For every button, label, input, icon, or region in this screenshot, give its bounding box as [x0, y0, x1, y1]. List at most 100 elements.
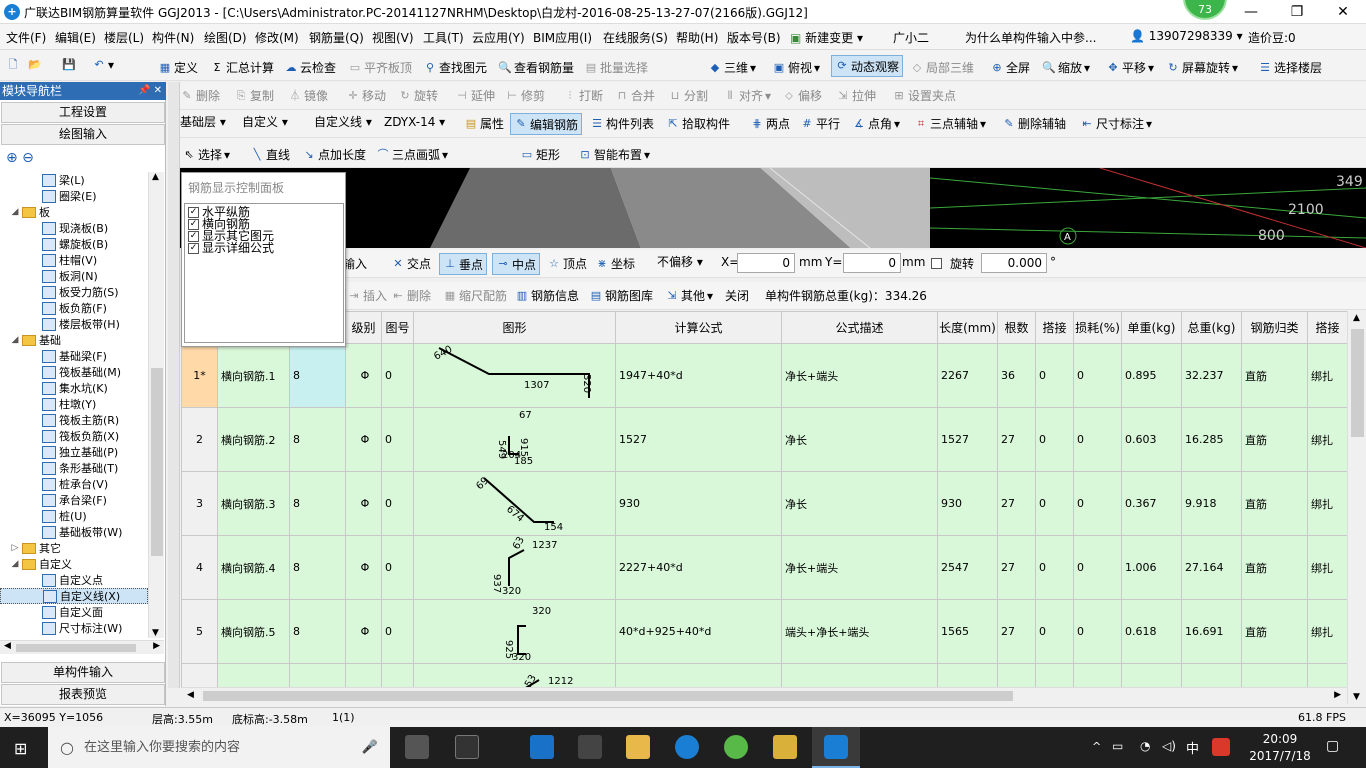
cell-shape[interactable]: 320 925 320 — [413, 599, 616, 664]
cell-lap[interactable]: 0 — [1035, 471, 1074, 536]
tree-folder[interactable]: ◢ 自定义 — [0, 556, 148, 572]
tree-item[interactable]: 桩承台(V) — [0, 476, 148, 492]
tree-item[interactable]: 板负筋(F) — [0, 300, 148, 316]
grip-button[interactable]: ⊞ 设置夹点 — [892, 87, 956, 104]
notification-icon[interactable]: ▢ — [1326, 738, 1339, 754]
table-row[interactable]: 5 横向钢筋.5 8 Φ 0 320 925 320 40*d+925+40*d 端头+净长+端头… — [181, 599, 1348, 664]
rectangle-tool[interactable]: ▭ 矩形 — [520, 146, 560, 163]
menu-edit[interactable]: 编辑(E) — [55, 29, 96, 46]
column-header[interactable]: 图形 — [413, 311, 616, 344]
cell-shape[interactable]: 63 1237 937 320 — [413, 535, 616, 600]
table-row[interactable]: 1* 横向钢筋.1 8 Φ 0 640 1307 320 1947+40*d 净长+端头 2267 3… — [181, 343, 1348, 408]
new-file-icon[interactable]: 🗋 — [6, 58, 20, 72]
option-checkbox[interactable]: ✓ — [188, 206, 199, 218]
cell-diameter[interactable]: 8 — [289, 599, 346, 664]
column-header[interactable]: 损耗(%) — [1073, 311, 1122, 344]
undo-icon[interactable]: ↶ ▾ — [92, 58, 114, 72]
midpoint-snap[interactable]: ⊸ 中点 — [492, 253, 541, 275]
rotate-checkbox[interactable]: 旋转 — [931, 255, 974, 272]
menu-floor[interactable]: 楼层(L) — [104, 29, 144, 46]
menu-view[interactable]: 视图(V) — [372, 29, 414, 46]
tree-item[interactable]: 承台梁(F) — [0, 492, 148, 508]
cell-count[interactable]: 27 — [997, 471, 1036, 536]
cell-unit-weight[interactable]: 0.603 — [1121, 407, 1182, 472]
tree-item[interactable]: 楼层板带(H) — [0, 316, 148, 332]
tree-item[interactable]: 圈梁(E) — [0, 188, 148, 204]
rotate-checkbox-box[interactable] — [931, 258, 942, 269]
tray-volume-icon[interactable]: ◁) — [1162, 739, 1176, 753]
clock-date[interactable]: 2017/7/18 — [1248, 749, 1312, 763]
menu-account[interactable]: 👤 13907298339 ▾ — [1130, 29, 1243, 43]
cell-unit-weight[interactable]: 0.626 — [1121, 663, 1182, 687]
scale-rebar-button[interactable]: ▦ 缩尺配筋 — [443, 287, 507, 304]
stretch-button[interactable]: ⇲ 拉伸 — [836, 87, 876, 104]
cell-formula-desc[interactable]: 净长+端头 — [781, 663, 938, 687]
align-slab-button[interactable]: ▭ 平齐板顶 — [348, 59, 412, 76]
cell-rebar-category[interactable]: 直筋 — [1241, 663, 1308, 687]
column-header[interactable]: 钢筋归类 — [1241, 311, 1308, 344]
cell-rebar-category[interactable]: 直筋 — [1241, 407, 1308, 472]
tree-item[interactable]: 柱帽(V) — [0, 252, 148, 268]
cell-count[interactable]: 27 — [997, 535, 1036, 600]
tree-folder[interactable]: ▷ 其它 — [0, 540, 148, 556]
cell-unit-weight[interactable]: 1.006 — [1121, 535, 1182, 600]
cell-figure-no[interactable]: 0 — [381, 663, 414, 687]
delete-button[interactable]: ✎ 删除 — [180, 87, 220, 104]
expand-toggle-icon[interactable]: ▷ — [10, 543, 20, 553]
type-select[interactable]: 自定义 ▾ — [238, 113, 308, 133]
menu-beans[interactable]: 造价豆:0 — [1248, 29, 1296, 46]
expand-all-icon[interactable]: ⊕ ⊖ — [6, 150, 34, 166]
tree-folder[interactable]: ◢ 基础 — [0, 332, 148, 348]
expand-toggle-icon[interactable]: ◢ — [10, 207, 20, 217]
option-detailed-formula[interactable]: ✓ 显示详细公式 — [188, 242, 274, 254]
cell-grade[interactable]: Φ — [345, 535, 382, 600]
tree-item[interactable]: 条形基础(T) — [0, 460, 148, 476]
cell-total-weight[interactable]: 9.918 — [1181, 471, 1242, 536]
subtype-select[interactable]: 自定义线 ▾ — [310, 113, 378, 133]
cell-unit-weight[interactable]: 0.895 — [1121, 343, 1182, 408]
cell-count[interactable]: 27 — [997, 663, 1036, 687]
calc-button[interactable]: Σ 汇总计算 — [210, 59, 275, 76]
tree-item[interactable]: 自定义点 — [0, 572, 148, 588]
line-tool[interactable]: ╲ 直线 — [250, 146, 290, 163]
layer-select[interactable]: 基础层 ▾ — [176, 113, 236, 133]
cell-formula-desc[interactable]: 净长+端头 — [781, 535, 938, 600]
menu-rebar[interactable]: 钢筋量(Q) — [309, 29, 364, 46]
cell-total-weight[interactable]: 16.285 — [1181, 407, 1242, 472]
cell-grade[interactable]: Φ — [345, 343, 382, 408]
cell-row-number[interactable]: 1* — [181, 343, 218, 408]
table-row[interactable]: 2 横向钢筋.2 8 Φ 0 67 549 915 204 185 1527 净长 1527 27 0 0 0.… — [181, 407, 1348, 472]
vertex-snap[interactable]: ☆ 顶点 — [547, 255, 587, 272]
open-folder-icon[interactable]: 📂 — [28, 58, 42, 72]
cell-count[interactable]: 27 — [997, 599, 1036, 664]
cell-length[interactable]: 1527 — [937, 407, 998, 472]
cell-rebar-name[interactable]: 横向钢筋.5 — [217, 599, 290, 664]
glodon-g-icon[interactable] — [675, 735, 699, 759]
cell-formula[interactable]: 1265+40*d — [615, 663, 782, 687]
column-header[interactable]: 根数 — [997, 311, 1036, 344]
report-preview-button[interactable]: 报表预览 — [1, 684, 165, 705]
cell-row-number[interactable]: 4 — [181, 535, 218, 600]
tree-item[interactable]: 自定义面 — [0, 604, 148, 620]
menu-help[interactable]: 帮助(H) — [676, 29, 718, 46]
cell-grade[interactable]: Φ — [345, 599, 382, 664]
trim-button[interactable]: ⊢ 修剪 — [505, 87, 545, 104]
menu-guangxiaoer[interactable]: 广小二 — [893, 29, 929, 46]
cell-rebar-name[interactable]: 横向钢筋.4 — [217, 535, 290, 600]
cell-diameter[interactable]: 8 — [289, 535, 346, 600]
top-view-button[interactable]: ▣ 俯视 ▾ — [772, 59, 820, 76]
align-button[interactable]: ⫴ 对齐 ▾ — [723, 87, 771, 104]
column-header[interactable]: 搭接 — [1307, 311, 1348, 344]
save-icon[interactable]: 💾 — [62, 58, 76, 72]
cell-figure-no[interactable]: 0 — [381, 471, 414, 536]
menu-new-change[interactable]: ▣ 新建变更 ▾ — [790, 29, 863, 46]
column-header[interactable]: 级别 — [345, 311, 382, 344]
cell-total-weight[interactable]: 16.904 — [1181, 663, 1242, 687]
cell-grade[interactable]: Φ — [345, 663, 382, 687]
cell-diameter[interactable]: 8 — [289, 343, 346, 408]
cell-figure-no[interactable]: 0 — [381, 343, 414, 408]
split-button[interactable]: ⊔ 分割 — [668, 87, 708, 104]
cell-lap[interactable]: 0 — [1035, 599, 1074, 664]
rotate-input[interactable]: 0.000 — [981, 253, 1047, 273]
column-header[interactable]: 单重(kg) — [1121, 311, 1182, 344]
